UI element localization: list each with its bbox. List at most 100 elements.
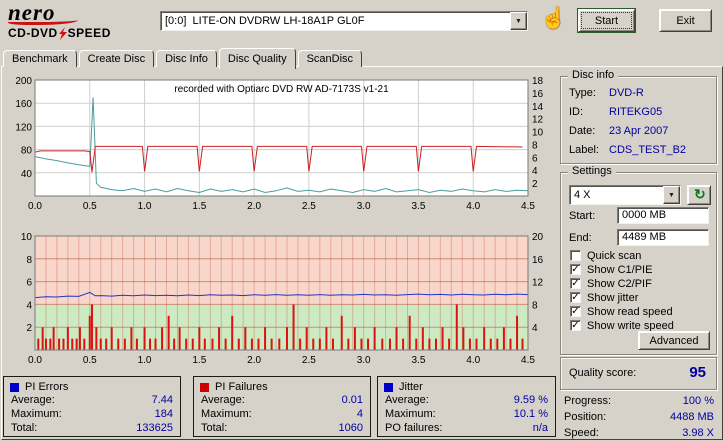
- drive-selector-value: [0:0] LITE-ON DVDRW LH-18A1P GL0F: [165, 15, 365, 27]
- stat-row-value: 10.1 %: [513, 408, 548, 420]
- svg-text:16: 16: [532, 89, 544, 100]
- quality-score-value: 95: [689, 364, 706, 381]
- stat-box-title: Jitter: [378, 377, 555, 394]
- stat-row: Maximum: 4: [194, 408, 370, 422]
- checkbox-label: Show read speed: [587, 305, 673, 318]
- series-color-marker: [384, 382, 393, 392]
- svg-text:4: 4: [532, 323, 538, 334]
- disc-info-row-label: ID:: [569, 106, 584, 118]
- disc-info-legend: Disc info: [568, 69, 619, 81]
- svg-text:2.5: 2.5: [302, 201, 316, 212]
- stat-row: Average: 9.59 %: [378, 394, 555, 408]
- speed-selector[interactable]: 4 X ▼: [569, 185, 681, 205]
- logo-text-cddvdspeed: CD-DVD SPEED: [8, 26, 148, 40]
- start-position-value: 0000 MB: [622, 209, 667, 221]
- svg-text:3.5: 3.5: [411, 355, 425, 366]
- logo-cddvd: CD-DVD: [8, 26, 58, 40]
- svg-text:8: 8: [532, 300, 538, 311]
- dropdown-arrow-icon[interactable]: ▼: [663, 186, 680, 204]
- checkbox-label: Show jitter: [587, 291, 639, 304]
- svg-text:3.0: 3.0: [357, 201, 371, 212]
- checkbox-show-c1-pie[interactable]: ✓ Show C1/PIE: [570, 263, 652, 276]
- stat-row: Average: 0.01: [194, 394, 370, 408]
- start-button[interactable]: Start: [578, 9, 635, 32]
- checkbox-box: ✓: [570, 320, 581, 331]
- tab-scandisc[interactable]: ScanDisc: [297, 50, 363, 67]
- drive-selector[interactable]: [0:0] LITE-ON DVDRW LH-18A1P GL0F ▼: [160, 11, 528, 31]
- stat-row: Maximum: 10.1 %: [378, 408, 555, 422]
- svg-text:1.0: 1.0: [138, 201, 152, 212]
- checkbox-box: ✓: [570, 264, 581, 275]
- svg-text:10: 10: [21, 232, 33, 243]
- pif-jitter-chart: 2 4 6 8 10 4 8 12 16 20 0.0 0.5 1.0 1.5 2.0 2.5 3.0 3.5 4.…: [21, 232, 544, 366]
- tab-disc-quality[interactable]: Disc Quality: [218, 48, 296, 69]
- svg-text:0.5: 0.5: [83, 355, 97, 366]
- end-position-value: 4489 MB: [622, 231, 667, 243]
- tab-create-disc[interactable]: Create Disc: [78, 50, 155, 67]
- stat-row-value: 184: [154, 408, 173, 420]
- disc-info-row-value: 23 Apr 2007: [609, 125, 669, 137]
- end-position-field[interactable]: 4489 MB: [617, 229, 709, 246]
- svg-text:12: 12: [532, 115, 544, 126]
- stat-box-title-text: PI Errors: [25, 381, 69, 393]
- status-row-label: Progress:: [564, 395, 612, 407]
- svg-text:18: 18: [532, 76, 544, 87]
- checkbox-quick-scan[interactable]: Quick scan: [570, 249, 641, 262]
- disc-info-row: Date: 23 Apr 2007: [569, 125, 711, 144]
- stat-row-label: Total:: [201, 422, 228, 434]
- settings-group: Settings 4 X ▼ ↻ Start: 0000 MB End: 448…: [560, 165, 717, 355]
- disc-info-row-value: RITEKG05: [609, 106, 663, 118]
- checkbox-show-read-speed[interactable]: ✓ Show read speed: [570, 305, 673, 318]
- svg-text:0.0: 0.0: [28, 201, 42, 212]
- stat-box-title: PI Failures: [194, 377, 370, 394]
- status-row-speed: Speed: 3.98 X: [562, 427, 716, 441]
- tab-benchmark[interactable]: Benchmark: [3, 50, 77, 67]
- status-row-value: 4488 MB: [669, 411, 714, 423]
- svg-text:8: 8: [26, 255, 32, 266]
- stat-row: PO failures: n/a: [378, 422, 555, 436]
- svg-text:0.5: 0.5: [83, 201, 97, 212]
- svg-text:1.5: 1.5: [192, 355, 206, 366]
- stat-row-value: 1060: [338, 422, 363, 434]
- speed-selector-value: 4 X: [574, 189, 591, 201]
- stat-row-value: 133625: [136, 422, 173, 434]
- svg-text:2: 2: [26, 323, 32, 334]
- refresh-button[interactable]: ↻: [687, 185, 711, 205]
- svg-text:2.5: 2.5: [302, 355, 316, 366]
- quality-score-label: Quality score:: [569, 367, 637, 379]
- checkbox-show-jitter[interactable]: ✓ Show jitter: [570, 291, 638, 304]
- svg-text:2: 2: [532, 179, 538, 190]
- status-row-value: 3.98 X: [682, 427, 714, 439]
- checkbox-label: Quick scan: [587, 249, 642, 262]
- hand-glyph: ☝: [540, 7, 568, 30]
- svg-text:4.0: 4.0: [466, 355, 480, 366]
- disc-info-row-label: Type:: [569, 87, 596, 99]
- svg-text:1.5: 1.5: [192, 201, 206, 212]
- svg-text:3.5: 3.5: [411, 201, 425, 212]
- stat-row-label: Total:: [11, 422, 38, 434]
- svg-text:80: 80: [21, 146, 33, 157]
- pie-writespeed-chart: recorded with Optiarc DVD RW AD-7173S v1…: [15, 76, 544, 212]
- svg-text:120: 120: [15, 122, 32, 133]
- hand-icon[interactable]: ☝: [540, 5, 568, 33]
- stat-row-label: Maximum:: [11, 408, 62, 420]
- status-row-progress: Progress: 100 %: [562, 395, 716, 411]
- tab-disc-info[interactable]: Disc Info: [156, 50, 217, 67]
- checkbox-box: ✓: [570, 306, 581, 317]
- svg-text:10: 10: [532, 128, 544, 139]
- svg-text:160: 160: [15, 99, 32, 110]
- status-row-value: 100 %: [682, 395, 714, 407]
- series-color-marker: [10, 382, 19, 392]
- checkbox-box: [570, 250, 581, 261]
- advanced-button[interactable]: Advanced: [638, 331, 710, 350]
- stat-row: Maximum: 184: [4, 408, 180, 422]
- checkbox-show-c2-pif[interactable]: ✓ Show C2/PIF: [570, 277, 652, 290]
- dropdown-arrow-icon[interactable]: ▼: [510, 12, 527, 30]
- exit-button[interactable]: Exit: [659, 9, 712, 32]
- svg-text:12: 12: [532, 278, 544, 289]
- start-position-field[interactable]: 0000 MB: [617, 207, 709, 224]
- disc-info-group: Disc info Type: DVD-R ID: RITEKG05 Date: 23 A…: [560, 69, 717, 164]
- checkbox-label: Show C1/PIE: [587, 263, 653, 276]
- stat-row: Total: 1060: [194, 422, 370, 436]
- status-row-position: Position: 4488 MB: [562, 411, 716, 427]
